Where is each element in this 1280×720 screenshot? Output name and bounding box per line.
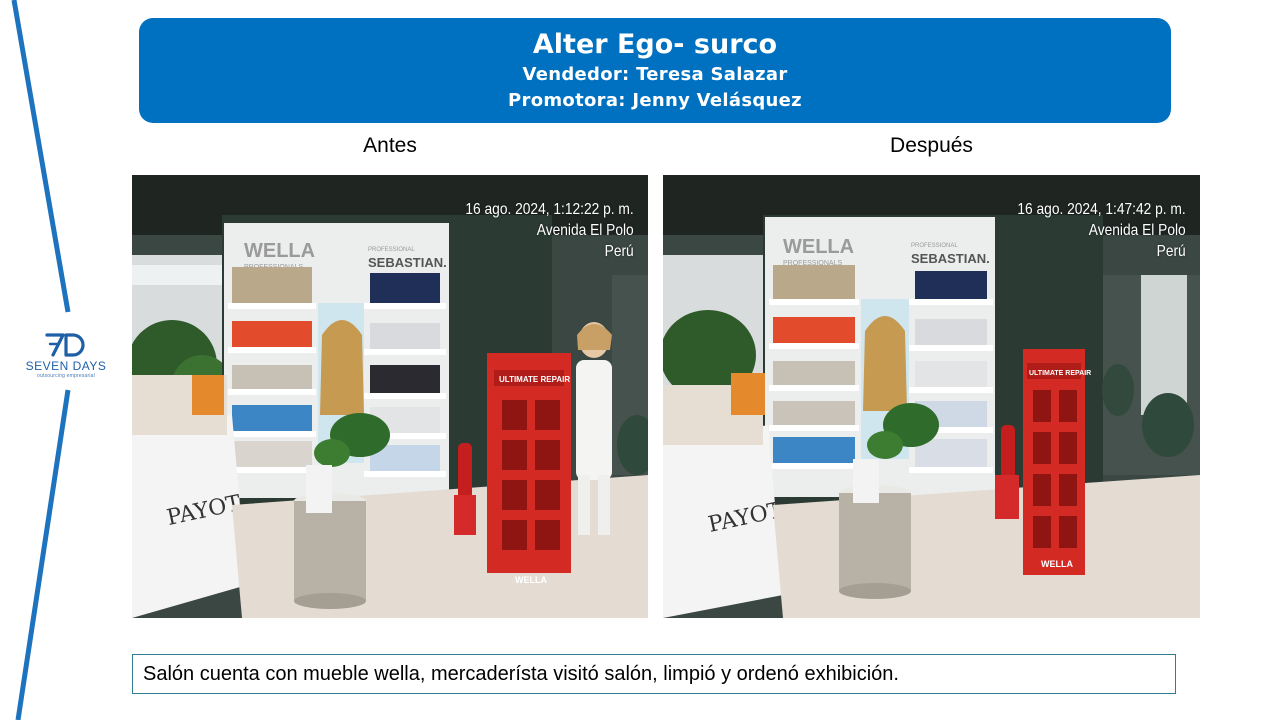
after-sebastian-sign: SEBASTIAN. [911, 251, 990, 266]
slide: SEVEN DAYS outsourcing empresarial Alter… [0, 0, 1280, 720]
sebastian-sign: SEBASTIAN. [368, 255, 447, 270]
logo-name: SEVEN DAYS [25, 359, 107, 373]
after-sebastian-sign-sub: PROFESSIONAL [911, 243, 958, 249]
before-stamp-country: Perú [604, 243, 634, 260]
after-stamp-place: Avenida El Polo [1089, 222, 1186, 239]
after-wella-sign: WELLA [783, 236, 854, 258]
seven-days-logo-icon [45, 333, 85, 357]
stand-wella-logo: WELLA [515, 575, 547, 585]
ultimate-repair-sign: ULTIMATE REPAIR [499, 375, 570, 384]
before-timestamp: 16 ago. 2024, 1:12:22 p. m. Avenida El P… [466, 199, 634, 262]
after-ultimate-repair-sign: ULTIMATE REPAIR [1029, 370, 1091, 377]
after-stamp-country: Perú [1156, 243, 1186, 260]
after-timestamp: 16 ago. 2024, 1:47:42 p. m. Avenida El P… [1018, 199, 1186, 262]
after-stamp-date: 16 ago. 2024, 1:47:42 p. m. [1017, 201, 1186, 218]
before-photo: WELLA PROFESSIONALS SEBASTIAN. PROFESSIO… [132, 175, 648, 618]
after-stand-wella-logo: WELLA [1041, 559, 1073, 569]
vendor-line: Vendedor: Teresa Salazar [522, 64, 788, 85]
header-banner: Alter Ego- surco Vendedor: Teresa Salaza… [139, 18, 1171, 123]
logo-tagline: outsourcing empresarial [37, 373, 95, 379]
before-stamp-date: 16 ago. 2024, 1:12:22 p. m. [465, 201, 634, 218]
page-title: Alter Ego- surco [532, 29, 778, 60]
sebastian-sign-sub: PROFESSIONAL [368, 247, 415, 253]
after-caption: Después [890, 134, 973, 157]
before-stamp-place: Avenida El Polo [537, 222, 634, 239]
seven-days-logo: SEVEN DAYS outsourcing empresarial [14, 332, 118, 379]
promoter-line: Promotora: Jenny Velásquez [508, 90, 802, 111]
before-caption: Antes [363, 134, 417, 157]
after-photo: WELLA PROFESSIONALS SEBASTIAN. PROFESSIO… [663, 175, 1200, 618]
observation-note: Salón cuenta con mueble wella, mercaderí… [132, 654, 1176, 694]
wella-sign: WELLA [244, 240, 315, 262]
